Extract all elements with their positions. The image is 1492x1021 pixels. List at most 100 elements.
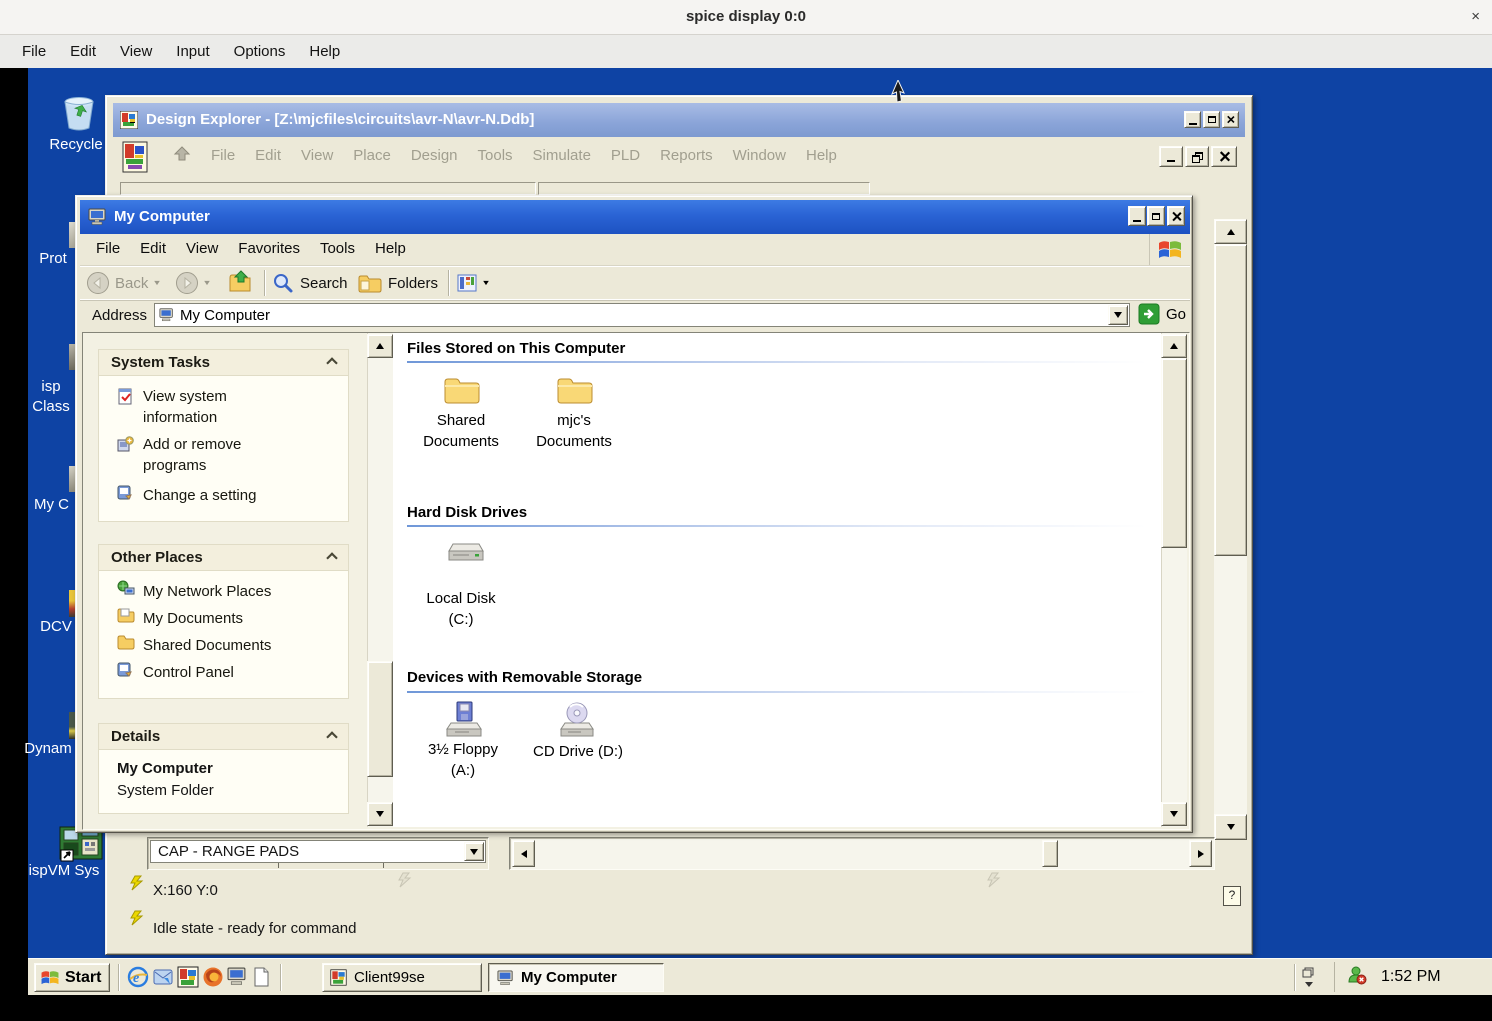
menu-simulate[interactable]: Simulate (523, 141, 601, 171)
collapse-chevron-icon[interactable] (328, 728, 336, 745)
folder-icon[interactable] (556, 374, 594, 411)
item-mjcs-documents[interactable]: mjc's Documents (528, 410, 620, 452)
menu-view[interactable]: View (291, 141, 343, 171)
list-scroll-down[interactable] (1161, 802, 1187, 826)
start-button[interactable]: Start (34, 963, 110, 992)
de-scroll-down-button[interactable] (1214, 814, 1247, 840)
menu-tools[interactable]: Tools (468, 141, 523, 171)
task-view-system-information[interactable]: View system information (143, 386, 293, 428)
design-explorer-maximize-button[interactable] (1203, 111, 1220, 128)
quicklaunch-firefox-icon[interactable] (202, 966, 224, 988)
go-button[interactable]: Go (1138, 303, 1186, 325)
address-dropdown-button[interactable] (1108, 305, 1128, 325)
task-pane-scroll-up[interactable] (367, 334, 393, 358)
spice-menu-input[interactable]: Input (164, 43, 221, 60)
forward-button[interactable] (175, 269, 211, 297)
folder-icon[interactable] (443, 374, 481, 411)
details-header[interactable]: Details (98, 723, 349, 750)
menu-file[interactable]: File (86, 234, 130, 264)
list-scroll-thumb[interactable] (1161, 358, 1187, 548)
task-add-remove-programs[interactable]: Add or remove programs (143, 434, 293, 476)
menu-reports[interactable]: Reports (650, 141, 723, 171)
desktop-icon-label-protel[interactable]: Prot (30, 249, 76, 269)
quicklaunch-document-icon[interactable] (250, 966, 272, 988)
quicklaunch-my-computer-icon[interactable] (227, 967, 247, 987)
menu-file[interactable]: File (201, 141, 245, 171)
menu-pld[interactable]: PLD (601, 141, 650, 171)
quicklaunch-mail-icon[interactable] (152, 966, 174, 988)
child-minimize-button[interactable] (1159, 146, 1183, 167)
menu-view[interactable]: View (176, 234, 228, 264)
close-button[interactable] (1167, 206, 1185, 226)
hard-disk-icon[interactable] (445, 540, 485, 571)
cd-drive-icon[interactable] (557, 701, 597, 742)
spice-menu-edit[interactable]: Edit (58, 43, 108, 60)
task-pane-scroll-thumb[interactable] (367, 661, 393, 777)
spice-menu-options[interactable]: Options (222, 43, 298, 60)
toolbar-chevron-icon[interactable] (1302, 967, 1316, 989)
views-button[interactable] (457, 269, 490, 297)
de-horizontal-scrollbar[interactable] (509, 837, 1215, 870)
spice-menu-help[interactable]: Help (297, 43, 352, 60)
task-change-a-setting[interactable]: Change a setting (143, 485, 313, 506)
de-scrollbar-thumb[interactable] (1214, 244, 1247, 556)
menu-place[interactable]: Place (343, 141, 401, 171)
taskbar-button-my-computer[interactable]: My Computer (488, 963, 664, 992)
system-tasks-header[interactable]: System Tasks (98, 349, 349, 376)
desktop-icon-label-ispclass[interactable]: isp Class (28, 377, 74, 417)
de-scroll-right-button[interactable] (1189, 840, 1212, 867)
quicklaunch-internet-explorer-icon[interactable]: e (127, 966, 149, 988)
item-local-disk-c[interactable]: Local Disk (C:) (415, 588, 507, 630)
messenger-tray-icon[interactable] (1347, 965, 1367, 990)
menu-edit[interactable]: Edit (245, 141, 291, 171)
de-scroll-up-button[interactable] (1214, 219, 1247, 244)
desktop-icon-label-dynamic[interactable]: Dynam (20, 739, 76, 759)
menu-tools[interactable]: Tools (310, 234, 365, 264)
menu-edit[interactable]: Edit (130, 234, 176, 264)
spice-menu-view[interactable]: View (108, 43, 164, 60)
list-scroll-up[interactable] (1161, 334, 1187, 358)
link-my-network-places[interactable]: My Network Places (143, 581, 271, 602)
desktop-icon-label-ispvm[interactable]: ispVM Sys (22, 861, 106, 881)
child-close-button[interactable] (1211, 146, 1237, 167)
menu-design[interactable]: Design (401, 141, 468, 171)
link-shared-documents[interactable]: Shared Documents (143, 635, 271, 656)
other-places-header[interactable]: Other Places (98, 544, 349, 571)
minimize-button[interactable] (1128, 206, 1146, 226)
menu-help[interactable]: Help (796, 141, 847, 171)
folders-button[interactable]: Folders (358, 269, 438, 297)
collapse-chevron-icon[interactable] (328, 354, 336, 371)
item-floppy-a[interactable]: 3½ Floppy (A:) (417, 739, 509, 781)
menu-window[interactable]: Window (723, 141, 796, 171)
back-button[interactable]: Back (86, 269, 161, 297)
menu-help[interactable]: Help (365, 234, 416, 264)
combo-dropdown-button[interactable] (464, 842, 484, 861)
spice-close-icon[interactable]: × (1471, 0, 1480, 33)
address-combobox[interactable]: My Computer (154, 303, 1130, 327)
item-shared-documents[interactable]: Shared Documents (415, 410, 507, 452)
quicklaunch-client99se-icon[interactable] (177, 966, 199, 988)
help-bubble-icon[interactable]: ? (1223, 886, 1241, 906)
maximize-button[interactable] (1147, 206, 1165, 226)
desktop-icon-label-recycle[interactable]: Recycle (36, 135, 116, 155)
design-explorer-minimize-button[interactable] (1184, 111, 1201, 128)
up-one-level-icon[interactable] (171, 145, 193, 166)
item-cd-drive-d[interactable]: CD Drive (D:) (521, 741, 635, 762)
child-restore-button[interactable] (1185, 146, 1209, 167)
collapse-chevron-icon[interactable] (328, 549, 336, 566)
design-explorer-close-button[interactable] (1222, 111, 1239, 128)
task-pane-scroll-down[interactable] (367, 802, 393, 826)
link-control-panel[interactable]: Control Panel (143, 662, 234, 683)
floppy-drive-icon[interactable] (445, 701, 483, 742)
taskbar-button-client99se[interactable]: Client99se (322, 963, 482, 992)
de-hscrollbar-thumb[interactable] (1042, 840, 1058, 867)
recycle-bin-icon[interactable] (56, 92, 102, 132)
link-my-documents[interactable]: My Documents (143, 608, 243, 629)
desktop-icon-label-dcv[interactable]: DCV (36, 617, 76, 637)
search-button[interactable]: Search (272, 269, 348, 297)
desktop-icon-label-myc[interactable]: My C (28, 495, 75, 515)
de-scroll-left-button[interactable] (512, 840, 535, 867)
spice-menu-file[interactable]: File (10, 43, 58, 60)
menu-favorites[interactable]: Favorites (228, 234, 310, 264)
up-button[interactable] (228, 270, 254, 299)
